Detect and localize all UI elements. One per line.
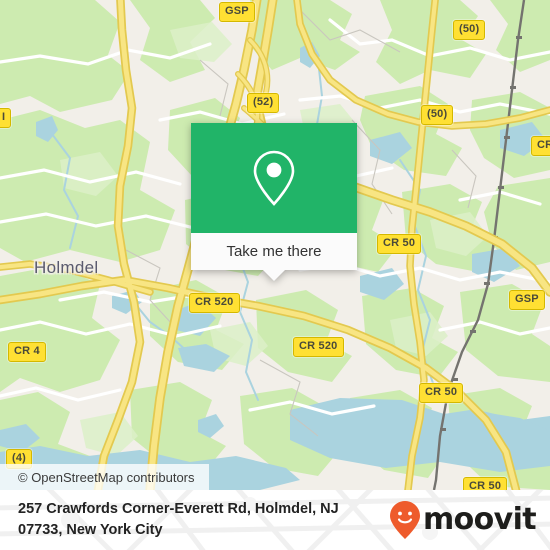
- road-shield-cr50-mid[interactable]: CR 50: [377, 234, 422, 254]
- road-shield-cr4[interactable]: CR 4: [8, 342, 46, 362]
- moovit-logo[interactable]: moovit: [389, 500, 537, 540]
- road-shield-leftedge[interactable]: I: [0, 108, 12, 128]
- take-me-there-label: Take me there: [226, 243, 322, 260]
- road-shield-52[interactable]: (52): [247, 93, 280, 113]
- moovit-address-map-card: Holmdel GSP (50) (52) (50) CR CR 50 GSP …: [0, 0, 550, 550]
- moovit-smiley-pin-icon: [389, 501, 420, 539]
- address-line-2: 07733, New York City: [18, 522, 163, 538]
- road-shield-50-topright[interactable]: (50): [453, 20, 486, 40]
- road-shield-50-upper[interactable]: (50): [421, 105, 454, 125]
- footer-bar: 257 Crawfords Corner-Everett Rd, Holmdel…: [0, 490, 550, 550]
- road-shield-cr-rightedge[interactable]: CR: [531, 136, 550, 156]
- popup-tail-pointer: [263, 270, 285, 281]
- road-shield-cr520-left[interactable]: CR 520: [189, 293, 240, 313]
- road-shield-cr520-mid[interactable]: CR 520: [293, 337, 344, 357]
- map-canvas[interactable]: Holmdel GSP (50) (52) (50) CR CR 50 GSP …: [0, 0, 550, 490]
- road-shield-gsp-right[interactable]: GSP: [509, 290, 545, 310]
- osm-attribution-text: © OpenStreetMap contributors: [18, 469, 195, 485]
- location-pin-icon: [253, 150, 295, 206]
- moovit-wordmark: moovit: [422, 502, 537, 537]
- address-text: 257 Crawfords Corner-Everett Rd, Holmdel…: [18, 499, 339, 540]
- address-line-1: 257 Crawfords Corner-Everett Rd, Holmdel…: [18, 501, 339, 518]
- popup-header: [191, 123, 357, 233]
- location-popup-card[interactable]: Take me there: [191, 123, 357, 281]
- road-shield-cr50-bottom[interactable]: CR 50: [463, 477, 508, 490]
- road-shield-cr50-lower[interactable]: CR 50: [419, 383, 464, 403]
- osm-attribution[interactable]: © OpenStreetMap contributors: [0, 464, 209, 490]
- road-shield-gsp-top[interactable]: GSP: [219, 2, 255, 22]
- map-city-label-holmdel: Holmdel: [34, 258, 99, 277]
- popup-footer[interactable]: Take me there: [191, 233, 357, 281]
